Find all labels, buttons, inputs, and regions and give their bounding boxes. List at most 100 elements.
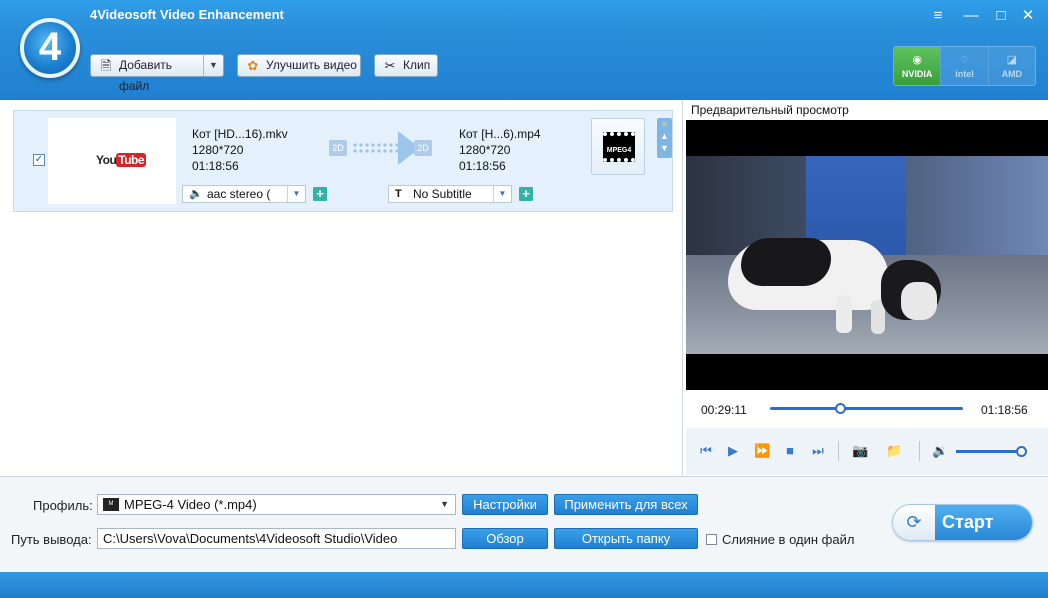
seek-handle[interactable] bbox=[835, 403, 847, 414]
mpeg4-icon: M bbox=[103, 498, 119, 511]
subtitle-select[interactable]: T No Subtitle ▼ bbox=[388, 185, 512, 203]
add-audio-button[interactable]: + bbox=[313, 187, 327, 201]
speaker-icon: 🔈 bbox=[189, 188, 203, 200]
clip-button[interactable]: ✂ Клип bbox=[374, 54, 438, 77]
close-button[interactable]: ✕ bbox=[1015, 5, 1041, 27]
skip-back-icon[interactable]: ⏮ bbox=[698, 442, 714, 460]
letterbox-bottom bbox=[686, 354, 1048, 390]
maximize-button[interactable]: □ bbox=[988, 5, 1014, 27]
add-file-label: Добавить файл bbox=[119, 58, 173, 93]
add-file-button[interactable]: 🗎 Добавить файл ▼ bbox=[90, 54, 224, 93]
badge-2d-out: 2D bbox=[414, 140, 432, 156]
divider bbox=[838, 441, 839, 461]
stop-icon[interactable]: ■ bbox=[782, 442, 798, 460]
divider bbox=[919, 441, 920, 461]
output-path-input[interactable]: C:\Users\Vova\Documents\4Videosoft Studi… bbox=[97, 528, 456, 549]
current-time: 00:29:11 bbox=[701, 403, 747, 417]
preview-label: Предварительный просмотр bbox=[691, 103, 849, 117]
file-thumbnail: You Tube bbox=[48, 118, 176, 204]
output-duration: 01:18:56 bbox=[459, 159, 506, 173]
audio-track-select[interactable]: 🔈 aac stereo ( ▼ bbox=[182, 185, 306, 203]
source-filename: Кот [HD...16).mkv bbox=[192, 127, 288, 141]
file-checkbox[interactable]: ✓ bbox=[33, 154, 45, 166]
output-filename: Кот [H...6).mp4 bbox=[459, 127, 541, 141]
nvidia-icon: ◉ bbox=[912, 54, 922, 66]
text-icon: T bbox=[395, 188, 402, 200]
row-controls: ✕ ▲ ▼ bbox=[657, 118, 672, 158]
seek-bar[interactable] bbox=[770, 407, 963, 410]
merge-label: Слияние в один файл bbox=[722, 532, 855, 547]
volume-icon[interactable]: 🔉 bbox=[932, 442, 948, 460]
profile-select[interactable]: M MPEG-4 Video (*.mp4) ▼ bbox=[97, 494, 456, 515]
source-resolution: 1280*720 bbox=[192, 143, 244, 157]
intel-icon: ◌ bbox=[961, 53, 968, 65]
enhance-video-button[interactable]: ✿ Улучшить видео bbox=[237, 54, 361, 77]
add-subtitle-button[interactable]: + bbox=[519, 187, 533, 201]
cat-leg bbox=[836, 295, 852, 333]
settings-button[interactable]: Настройки bbox=[462, 494, 548, 515]
intel-toggle[interactable]: ◌ intel bbox=[941, 47, 989, 85]
total-time: 01:18:56 bbox=[981, 403, 1028, 417]
output-path-label: Путь вывода: bbox=[11, 532, 92, 547]
add-file-icon: 🗎 bbox=[100, 58, 112, 73]
app-logo: 4 bbox=[20, 18, 80, 78]
arrow-dots bbox=[352, 142, 400, 154]
move-up-icon[interactable]: ▲ bbox=[657, 130, 672, 142]
refresh-icon: ⟳ bbox=[893, 505, 935, 540]
scissors-icon: ✂ bbox=[384, 58, 396, 73]
convert-arrow: 2D 2D bbox=[328, 131, 438, 165]
app-title: 4Videosoft Video Enhancement bbox=[90, 7, 284, 22]
skip-forward-icon[interactable]: ⏭ bbox=[810, 442, 826, 460]
add-file-dropdown[interactable]: ▼ bbox=[203, 55, 223, 76]
minimize-button[interactable]: — bbox=[958, 5, 984, 27]
start-label: Старт bbox=[935, 505, 1032, 540]
cat-face bbox=[901, 282, 937, 320]
enhance-video-label: Улучшить видео bbox=[266, 58, 357, 72]
profile-label: Профиль: bbox=[33, 498, 93, 513]
badge-2d-in: 2D bbox=[329, 140, 347, 156]
fast-forward-icon[interactable]: ⏩ bbox=[754, 442, 770, 460]
source-info: Кот [HD...16).mkv 1280*720 01:18:56 bbox=[192, 126, 288, 174]
play-icon[interactable]: ▶ bbox=[725, 442, 741, 460]
source-duration: 01:18:56 bbox=[192, 159, 239, 173]
menu-icon[interactable]: ≡ bbox=[925, 5, 951, 27]
chevron-down-icon: ▼ bbox=[440, 499, 449, 509]
chevron-down-icon: ▼ bbox=[493, 186, 511, 202]
open-folder-button[interactable]: Открыть папку bbox=[554, 528, 698, 549]
nvidia-toggle[interactable]: ◉ NVIDIA bbox=[894, 47, 942, 85]
volume-slider[interactable] bbox=[956, 450, 1022, 453]
volume-handle[interactable] bbox=[1016, 446, 1027, 457]
palette-icon: ✿ bbox=[247, 58, 259, 73]
merge-checkbox[interactable] bbox=[706, 534, 717, 545]
output-format-button[interactable]: MPEG4 bbox=[591, 118, 645, 175]
youtube-logo: You Tube bbox=[96, 153, 147, 167]
preview-video[interactable] bbox=[686, 120, 1048, 390]
amd-icon: ◪ bbox=[1006, 54, 1018, 66]
audio-track-value: aac stereo ( bbox=[207, 187, 271, 201]
intel-label: intel bbox=[955, 69, 974, 79]
title-bar: 4 4Videosoft Video Enhancement ≡ — □ ✕ 🗎… bbox=[0, 0, 1048, 100]
profile-value: MPEG-4 Video (*.mp4) bbox=[124, 497, 257, 512]
output-panel bbox=[0, 476, 1048, 572]
folder-icon[interactable]: 📁 bbox=[886, 442, 902, 460]
browse-button[interactable]: Обзор bbox=[462, 528, 548, 549]
subtitle-value: No Subtitle bbox=[413, 187, 472, 201]
chevron-down-icon: ▼ bbox=[287, 186, 305, 202]
apply-all-button[interactable]: Применить для всех bbox=[554, 494, 698, 515]
output-resolution: 1280*720 bbox=[459, 143, 511, 157]
clip-label: Клип bbox=[403, 58, 431, 72]
output-info: Кот [H...6).mp4 1280*720 01:18:56 bbox=[459, 126, 541, 174]
mpeg4-format-icon: MPEG4 bbox=[603, 132, 635, 162]
status-bar bbox=[0, 572, 1048, 598]
file-list: ✓ You Tube Кот [HD...16).mkv 1280*720 01:… bbox=[0, 100, 683, 476]
letterbox-top bbox=[686, 120, 1048, 156]
amd-label: AMD bbox=[1001, 69, 1023, 79]
amd-toggle[interactable]: ◪ AMD bbox=[988, 47, 1035, 85]
cat-patch bbox=[741, 238, 831, 286]
start-button[interactable]: ⟳ Старт bbox=[892, 504, 1033, 541]
nvidia-label: NVIDIA bbox=[901, 69, 933, 79]
camera-icon[interactable]: 📷 bbox=[852, 442, 868, 460]
file-row[interactable]: ✓ You Tube Кот [HD...16).mkv 1280*720 01:… bbox=[13, 110, 673, 212]
move-down-icon[interactable]: ▼ bbox=[657, 142, 672, 154]
remove-icon[interactable]: ✕ bbox=[657, 118, 672, 130]
